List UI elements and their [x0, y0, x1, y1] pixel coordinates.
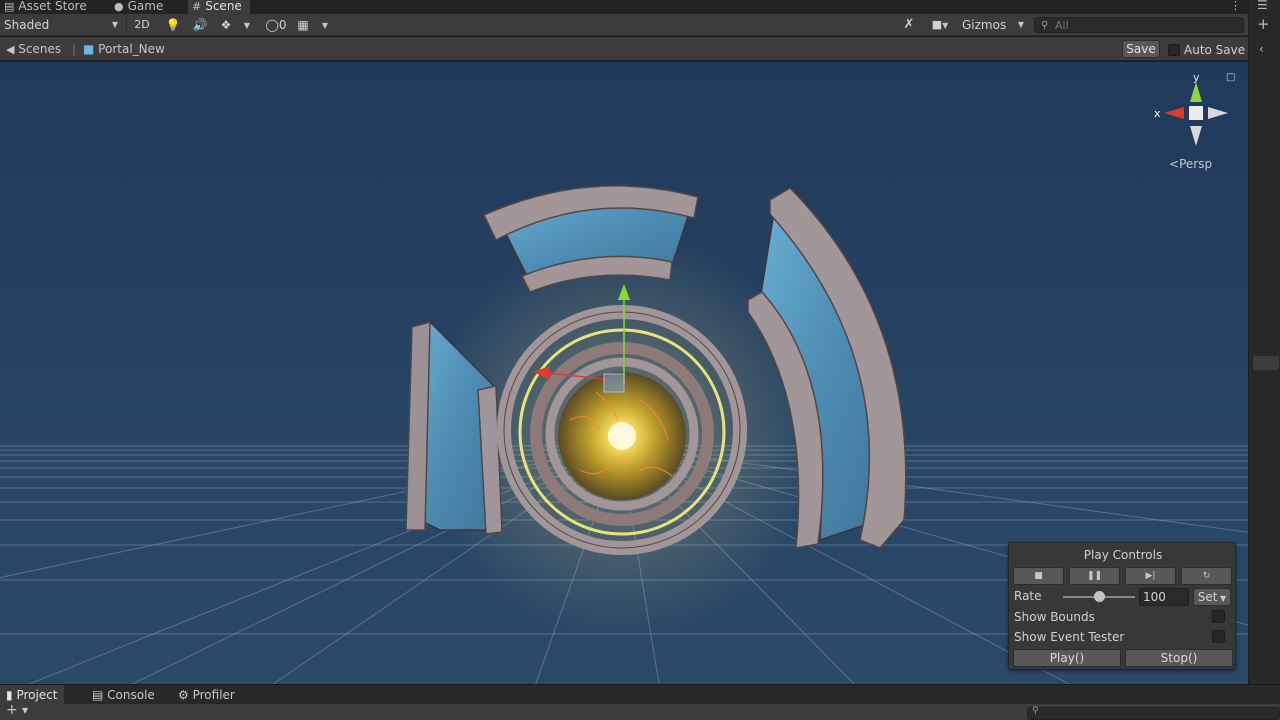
- tab-menu-icon[interactable]: ⋮: [1230, 0, 1241, 12]
- right-dock-panel: ☰ + ‹: [1248, 0, 1280, 684]
- show-event-tester-checkbox[interactable]: [1212, 630, 1225, 643]
- tab-game-label: Game: [127, 0, 164, 13]
- tab-scene-label: Scene: [205, 0, 242, 13]
- add-plus-icon[interactable]: +: [1257, 15, 1270, 33]
- breadcrumb-prefab-label: Portal_New: [98, 42, 165, 56]
- toggle-2d-button[interactable]: 2D: [130, 17, 154, 33]
- dock-scrollbar[interactable]: [1253, 356, 1279, 370]
- chevron-down-icon: ▼: [1017, 20, 1024, 29]
- shopping-bag-icon: ▤: [4, 0, 15, 13]
- search-icon: ⚲: [1032, 706, 1039, 716]
- play-controls-panel: Play Controls ■ ❚❚ ▶| ↻ Rate 100 Set ▼ S…: [1008, 542, 1236, 670]
- tab-asset-store[interactable]: ▤ Asset Store: [4, 0, 87, 14]
- search-icon: ⚲: [1041, 20, 1049, 31]
- tab-asset-store-label: Asset Store: [18, 0, 87, 13]
- rate-set-dropdown[interactable]: Set ▼: [1193, 588, 1231, 606]
- gizmos-label: Gizmos: [962, 18, 1007, 32]
- tools-icon[interactable]: ✗: [900, 17, 918, 33]
- scene-toolbar: Shaded ▼ 2D 💡 🔊 ❖ ▼ ◯0 ▦ ▼ ✗ ■▼ Gizmos ▼…: [0, 14, 1248, 36]
- tab-project-label: Project: [16, 688, 58, 702]
- show-event-tester-label: Show Event Tester: [1014, 630, 1125, 644]
- scene-search-input[interactable]: [1055, 18, 1235, 32]
- folder-icon: ▮: [6, 688, 13, 702]
- breadcrumb-scenes-label: Scenes: [18, 42, 62, 56]
- rate-slider-thumb[interactable]: [1093, 591, 1105, 602]
- restart-button[interactable]: ↻: [1181, 567, 1232, 585]
- prefab-cube-icon: ■: [83, 42, 95, 56]
- camera-settings-icon[interactable]: ■▼: [926, 17, 954, 33]
- rate-value-field[interactable]: 100: [1139, 588, 1189, 606]
- back-arrow-icon: ◀: [6, 43, 15, 56]
- scene-search-field[interactable]: ⚲: [1034, 17, 1244, 33]
- gizmo-y-label: y: [1193, 71, 1200, 84]
- projection-toggle[interactable]: <Persp: [1169, 156, 1212, 172]
- grid-toggle-icon[interactable]: ▦: [294, 17, 312, 33]
- pause-icon: ❚❚: [1086, 571, 1103, 581]
- profiler-icon: ⚙: [178, 688, 189, 702]
- tab-scene[interactable]: # Scene: [188, 0, 250, 14]
- play-method-button[interactable]: Play(): [1013, 649, 1121, 667]
- effects-dropdown-chevron-icon[interactable]: ▼: [240, 17, 254, 33]
- persp-arrows-icon: <: [1169, 157, 1180, 171]
- auto-save-label: Auto Save: [1184, 43, 1246, 57]
- show-bounds-label: Show Bounds: [1014, 610, 1095, 624]
- play-controls-title: Play Controls: [1083, 548, 1163, 562]
- rate-set-label: Set: [1197, 590, 1218, 604]
- console-icon: ▤: [92, 688, 104, 702]
- projection-label: Persp: [1179, 157, 1213, 171]
- chevron-down-icon: ▼: [1217, 594, 1227, 603]
- draw-mode-dropdown[interactable]: Shaded ▼: [4, 16, 120, 34]
- tab-game[interactable]: ● Game: [114, 0, 163, 14]
- step-button[interactable]: ▶|: [1125, 567, 1176, 585]
- panel-list-icon[interactable]: ☰: [1257, 0, 1268, 12]
- rate-label: Rate: [1014, 589, 1042, 603]
- lock-icon[interactable]: □: [1226, 72, 1235, 83]
- chevron-down-icon: ▼: [111, 20, 118, 29]
- collapse-chevron-icon[interactable]: ‹: [1259, 42, 1264, 56]
- editor-tab-strip: ▤ Asset Store ● Game # Scene ⋮: [0, 0, 1248, 14]
- breadcrumb-scenes[interactable]: ◀ Scenes: [6, 41, 61, 58]
- gizmos-dropdown[interactable]: Gizmos ▼: [962, 16, 1028, 34]
- step-icon: ▶|: [1145, 571, 1156, 581]
- hidden-count: 0: [278, 18, 287, 32]
- breadcrumb-divider: |: [72, 42, 77, 56]
- lighting-toggle-icon[interactable]: 💡: [164, 17, 182, 33]
- gamepad-icon: ●: [114, 0, 124, 13]
- breadcrumb-prefab[interactable]: ■ Portal_New: [83, 41, 165, 57]
- auto-save-checkbox[interactable]: [1168, 44, 1180, 56]
- draw-mode-value: Shaded: [4, 18, 50, 32]
- audio-toggle-icon[interactable]: 🔊: [190, 17, 210, 33]
- gizmo-x-label: x: [1154, 107, 1161, 120]
- breadcrumb: ◀ Scenes | ■ Portal_New Save Auto Save: [0, 37, 1248, 61]
- divider: [126, 17, 127, 33]
- grid-icon: #: [192, 0, 202, 13]
- project-toolbar: + ▼ ⚲: [0, 702, 1280, 720]
- restart-icon: ↻: [1202, 571, 1211, 581]
- tab-console[interactable]: ▤ Console: [86, 685, 161, 705]
- tab-profiler[interactable]: ⚙ Profiler: [172, 685, 241, 705]
- bottom-tab-strip: ▮ Project ▤ Console ⚙ Profiler: [0, 684, 1280, 705]
- plane-handle: [603, 373, 625, 393]
- gizmo-center-cube: [1189, 106, 1203, 120]
- tab-console-label: Console: [107, 688, 155, 702]
- hidden-objects-toggle[interactable]: ◯0: [262, 17, 290, 33]
- show-bounds-checkbox[interactable]: [1212, 610, 1225, 623]
- stop-method-button[interactable]: Stop(): [1125, 649, 1233, 667]
- project-search-field[interactable]: ⚲: [1027, 706, 1280, 720]
- effects-toggle-icon[interactable]: ❖: [216, 17, 236, 33]
- save-button[interactable]: Save: [1122, 40, 1160, 58]
- grid-dropdown-chevron-icon[interactable]: ▼: [318, 17, 332, 33]
- chevron-down-icon[interactable]: ▼: [22, 706, 28, 715]
- stop-icon: ■: [1034, 571, 1043, 581]
- tab-profiler-label: Profiler: [192, 688, 235, 702]
- eye-slash-icon: ◯: [265, 18, 279, 32]
- add-plus-icon[interactable]: +: [6, 702, 18, 718]
- stop-button[interactable]: ■: [1013, 567, 1064, 585]
- pause-button[interactable]: ❚❚: [1069, 567, 1120, 585]
